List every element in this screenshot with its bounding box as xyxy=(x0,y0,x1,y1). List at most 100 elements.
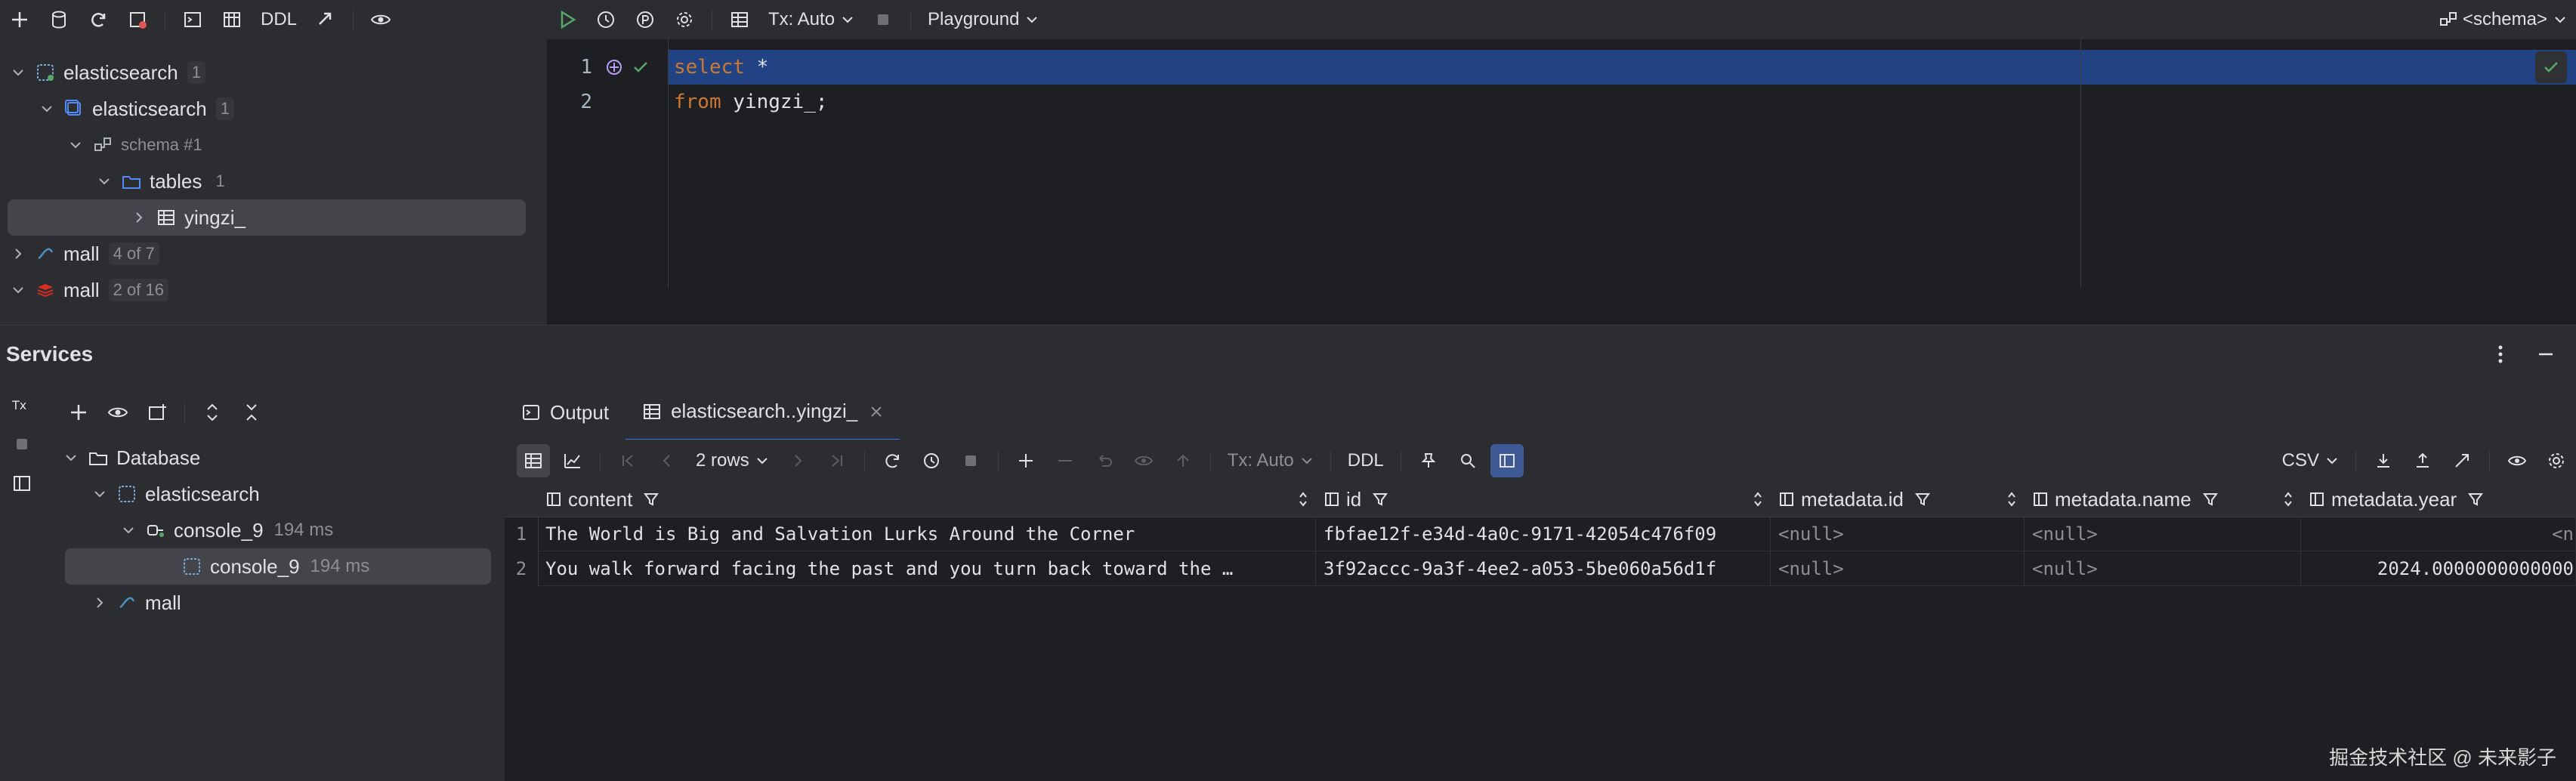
reload-icon[interactable] xyxy=(876,444,909,477)
filter-icon[interactable] xyxy=(1914,491,1931,508)
inspection-ok-icon[interactable] xyxy=(2535,51,2567,83)
table-view-icon[interactable] xyxy=(723,3,756,36)
table-cell[interactable]: You walk forward facing the past and you… xyxy=(538,551,1316,586)
column-header-content[interactable]: content xyxy=(538,482,1317,517)
first-page-icon[interactable] xyxy=(611,444,644,477)
table-cell[interactable]: <null> xyxy=(2025,551,2301,586)
chevron-down-icon[interactable] xyxy=(8,62,29,83)
column-header-id[interactable]: id xyxy=(1316,482,1771,517)
sort-icon[interactable] xyxy=(1753,491,1763,508)
tree-node-tables[interactable]: tables 1 xyxy=(0,163,547,199)
table-cell[interactable]: <n xyxy=(2301,517,2576,551)
history-icon[interactable] xyxy=(589,3,622,36)
preview-changes-icon[interactable] xyxy=(1127,444,1160,477)
table-cell[interactable]: <null> xyxy=(1771,551,2025,586)
filter-icon[interactable] xyxy=(643,491,659,508)
svc-node-database[interactable]: Database xyxy=(44,440,505,476)
rows-dropdown[interactable]: 2 rows xyxy=(687,450,778,471)
table-cell[interactable]: <null> xyxy=(1771,517,2025,551)
table-cell[interactable]: fbfae12f-e34d-4a0c-9171-42054c476f09 xyxy=(1316,517,1771,551)
column-header-metadata-id[interactable]: metadata.id xyxy=(1771,482,2025,517)
schema-selector[interactable]: <schema> xyxy=(2429,9,2576,30)
tx-icon[interactable]: Tx xyxy=(0,385,44,424)
more-options-icon[interactable] xyxy=(2485,339,2516,369)
stop-icon[interactable] xyxy=(954,444,987,477)
tree-node-elasticsearch-db[interactable]: elasticsearch 1 xyxy=(0,91,547,127)
next-page-icon[interactable] xyxy=(781,444,814,477)
revert-icon[interactable] xyxy=(1088,444,1121,477)
tree-node-mall-redis[interactable]: mall 2 of 16 xyxy=(0,272,547,308)
playground-dropdown[interactable]: Playground xyxy=(919,9,1048,30)
svc-node-console[interactable]: console_9 194 ms xyxy=(65,548,491,585)
delete-row-icon[interactable] xyxy=(1049,444,1082,477)
chevron-down-icon[interactable] xyxy=(8,279,29,301)
profile-icon[interactable] xyxy=(629,3,662,36)
history-icon[interactable] xyxy=(915,444,948,477)
compare-icon[interactable] xyxy=(2445,444,2479,477)
view-icon[interactable] xyxy=(101,396,134,429)
view-icon[interactable] xyxy=(364,3,397,36)
chevron-down-icon[interactable] xyxy=(118,520,139,541)
filter-panel-icon[interactable] xyxy=(1490,444,1524,477)
console-icon[interactable] xyxy=(176,3,209,36)
stop-icon[interactable] xyxy=(0,424,44,464)
collapse-all-icon[interactable] xyxy=(235,396,268,429)
chevron-down-icon[interactable] xyxy=(65,134,86,156)
tree-node-yingzi-table[interactable]: yingzi_ xyxy=(8,199,526,236)
tx-mode-dropdown[interactable]: Tx: Auto xyxy=(759,9,863,30)
view-icon[interactable] xyxy=(2500,444,2534,477)
chevron-down-icon[interactable] xyxy=(36,98,57,119)
ddl-button[interactable]: DDL xyxy=(1339,450,1393,471)
chevron-down-icon[interactable] xyxy=(89,483,110,505)
sql-editor[interactable]: 1 select * 2 from yingzi_; xyxy=(547,39,2576,325)
table-cell[interactable]: 2024.0000000000000 xyxy=(2301,551,2576,586)
search-icon[interactable] xyxy=(1451,444,1484,477)
column-header-metadata-year[interactable]: metadata.year xyxy=(2301,482,2576,517)
tree-node-elasticsearch-datasource[interactable]: elasticsearch 1 xyxy=(0,54,547,91)
ddl-button[interactable]: DDL xyxy=(252,9,306,30)
expand-all-icon[interactable] xyxy=(196,396,229,429)
pin-icon[interactable] xyxy=(1412,444,1445,477)
run-icon[interactable] xyxy=(550,3,583,36)
svc-node-elasticsearch[interactable]: elasticsearch xyxy=(44,476,505,512)
add-icon[interactable] xyxy=(62,396,95,429)
filter-icon[interactable] xyxy=(2467,491,2484,508)
submit-icon[interactable] xyxy=(1166,444,1200,477)
tree-node-mall-mysql[interactable]: mall 4 of 7 xyxy=(0,236,547,272)
sort-icon[interactable] xyxy=(2006,491,2017,508)
minimize-icon[interactable] xyxy=(2531,339,2561,369)
chart-view-icon[interactable] xyxy=(556,444,589,477)
table-cell[interactable]: 3f92accc-9a3f-4ee2-a053-5be060a56d1f xyxy=(1316,551,1771,586)
svc-node-console-session[interactable]: console_9 194 ms xyxy=(44,512,505,548)
table-icon[interactable] xyxy=(215,3,249,36)
export-format-dropdown[interactable]: CSV xyxy=(2273,450,2348,471)
sort-icon[interactable] xyxy=(1298,491,1308,508)
jump-icon[interactable] xyxy=(309,3,342,36)
chevron-down-icon[interactable] xyxy=(60,447,82,468)
chevron-down-icon[interactable] xyxy=(94,171,115,192)
add-icon[interactable] xyxy=(3,3,36,36)
settings-icon[interactable] xyxy=(668,3,701,36)
previous-page-icon[interactable] xyxy=(650,444,684,477)
filter-icon[interactable] xyxy=(2202,491,2219,508)
last-page-icon[interactable] xyxy=(820,444,854,477)
close-icon[interactable] xyxy=(869,405,883,418)
column-header-metadata-name[interactable]: metadata.name xyxy=(2025,482,2302,517)
export-icon[interactable] xyxy=(2367,444,2400,477)
sort-icon[interactable] xyxy=(2283,491,2293,508)
tree-node-schema[interactable]: schema #1 xyxy=(0,127,547,163)
tab-yingzi-result[interactable]: elasticsearch..yingzi_ xyxy=(625,384,900,441)
code-line-2[interactable]: 2 from yingzi_; xyxy=(547,85,827,119)
refresh-icon[interactable] xyxy=(82,3,115,36)
tab-output[interactable]: Output xyxy=(505,385,625,440)
disconnect-icon[interactable] xyxy=(121,3,154,36)
table-cell[interactable]: <null> xyxy=(2025,517,2301,551)
filter-icon[interactable] xyxy=(1372,491,1388,508)
grid-view-icon[interactable] xyxy=(517,444,550,477)
svc-node-mall[interactable]: mall xyxy=(44,585,505,621)
layout-icon[interactable] xyxy=(0,464,44,503)
table-cell[interactable]: The World is Big and Salvation Lurks Aro… xyxy=(538,517,1316,551)
add-row-icon[interactable] xyxy=(1009,444,1042,477)
chevron-right-icon[interactable] xyxy=(128,207,150,228)
stop-icon[interactable] xyxy=(866,3,900,36)
